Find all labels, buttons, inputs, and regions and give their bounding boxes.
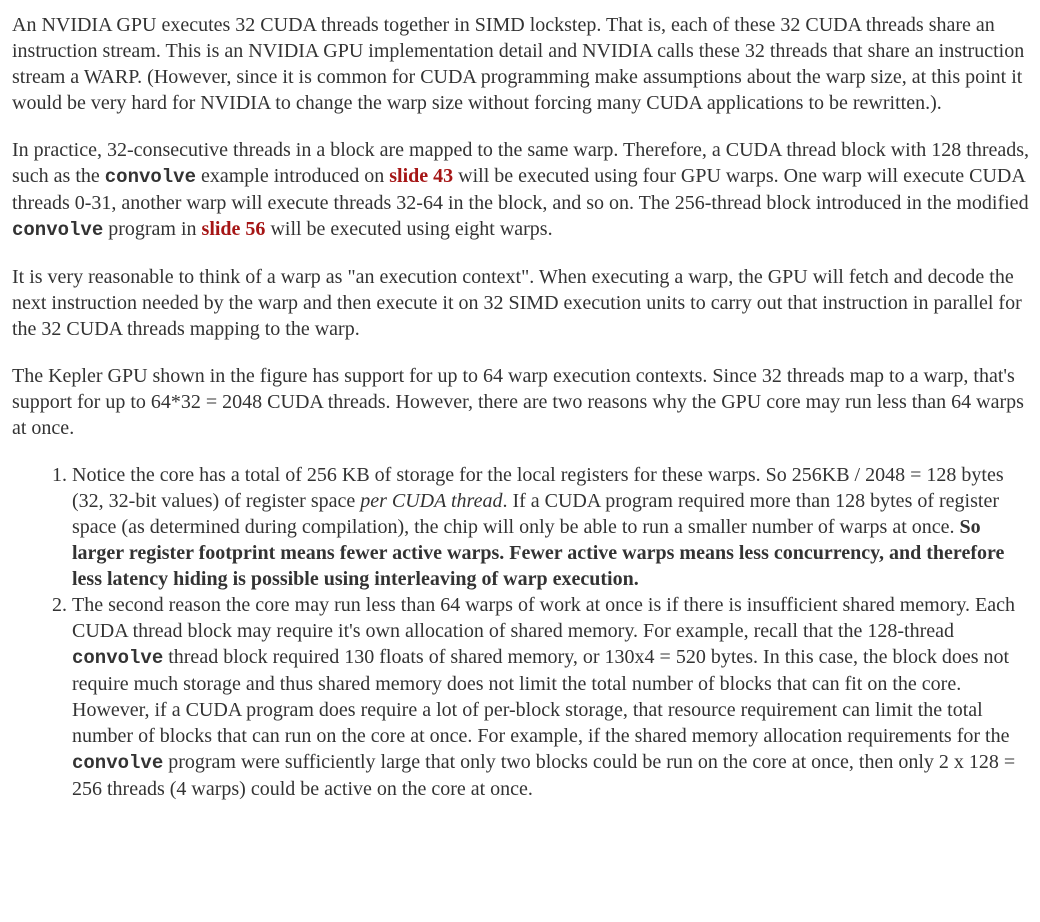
paragraph-text: It is very reasonable to think of a warp… (12, 266, 1022, 340)
code-convolve: convolve (12, 219, 104, 241)
slide-43-link[interactable]: slide 43 (389, 165, 453, 187)
paragraph-text: example introduced on (195, 165, 390, 187)
code-convolve: convolve (72, 647, 164, 669)
paragraph-text: program in (103, 218, 202, 240)
emphasis-text: per CUDA thread (360, 490, 503, 512)
paragraph-text: The Kepler GPU shown in the figure has s… (12, 365, 1024, 439)
paragraph-execution-context: It is very reasonable to think of a warp… (12, 264, 1032, 342)
list-item-text: thread block required 130 floats of shar… (72, 646, 1010, 747)
reasons-list: Notice the core has a total of 256 KB of… (12, 462, 1032, 802)
paragraph-warp-definition: An NVIDIA GPU executes 32 CUDA threads t… (12, 12, 1032, 116)
code-convolve: convolve (104, 166, 196, 188)
list-item-text: program were sufficiently large that onl… (72, 751, 1016, 800)
paragraph-kepler-contexts: The Kepler GPU shown in the figure has s… (12, 363, 1032, 441)
slide-56-link[interactable]: slide 56 (202, 218, 266, 240)
code-convolve: convolve (72, 752, 164, 774)
paragraph-warp-mapping: In practice, 32-consecutive threads in a… (12, 137, 1032, 243)
list-item-shared-memory: The second reason the core may run less … (72, 592, 1032, 802)
document-body: An NVIDIA GPU executes 32 CUDA threads t… (0, 0, 1040, 802)
list-item-text: The second reason the core may run less … (72, 594, 1016, 642)
paragraph-text: will be executed using eight warps. (265, 218, 553, 240)
paragraph-text: An NVIDIA GPU executes 32 CUDA threads t… (12, 14, 1025, 114)
list-item-registers: Notice the core has a total of 256 KB of… (72, 462, 1032, 592)
